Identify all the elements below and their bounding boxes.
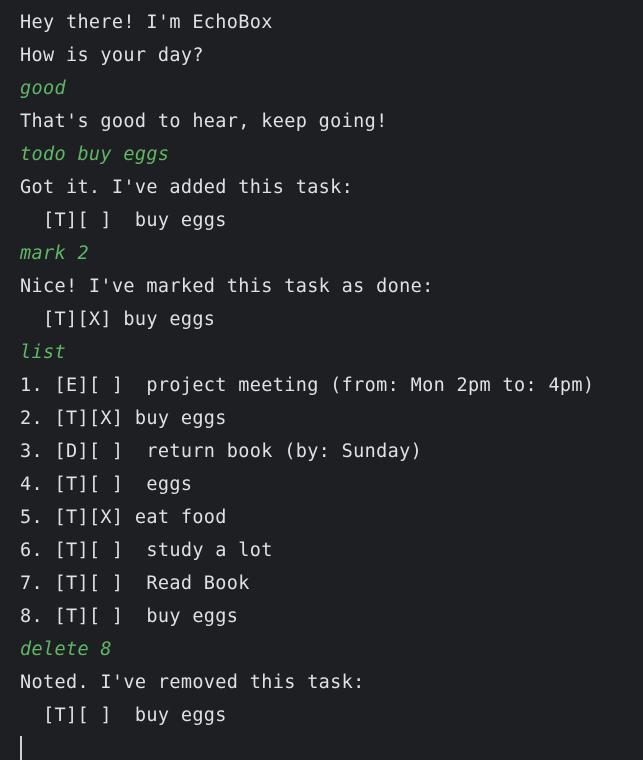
line-task-detail: [T][X] buy eggs — [20, 309, 216, 330]
line-response: That's good to hear, keep going! — [20, 111, 388, 132]
task-list-item: 1. [E][ ] project meeting (from: Mon 2pm… — [20, 375, 595, 396]
line-marked-task: Nice! I've marked this task as done: — [20, 276, 434, 297]
line-greeting: Hey there! I'm EchoBox — [20, 12, 273, 33]
line-question: How is your day? — [20, 45, 204, 66]
line-added-task: Got it. I've added this task: — [20, 177, 354, 198]
text-cursor — [20, 736, 22, 760]
user-input-line: delete 8 — [20, 639, 112, 660]
task-list-item: 8. [T][ ] buy eggs — [20, 606, 239, 627]
console-output[interactable]: Hey there! I'm EchoBox How is your day? … — [0, 0, 643, 760]
line-removed-task: Noted. I've removed this task: — [20, 672, 365, 693]
line-task-detail: [T][ ] buy eggs — [20, 705, 227, 726]
task-list-item: 4. [T][ ] eggs — [20, 474, 193, 495]
task-list-item: 6. [T][ ] study a lot — [20, 540, 273, 561]
task-list-item: 2. [T][X] buy eggs — [20, 408, 227, 429]
task-list-item: 5. [T][X] eat food — [20, 507, 227, 528]
task-list-item: 7. [T][ ] Read Book — [20, 573, 250, 594]
user-input-line: mark 2 — [20, 243, 89, 264]
user-input-line: todo buy eggs — [20, 144, 170, 165]
line-task-detail: [T][ ] buy eggs — [20, 210, 227, 231]
task-list-item: 3. [D][ ] return book (by: Sunday) — [20, 441, 423, 462]
input-prompt-line[interactable] — [20, 732, 643, 760]
user-input-line: list — [20, 342, 66, 363]
user-input-line: good — [20, 78, 66, 99]
